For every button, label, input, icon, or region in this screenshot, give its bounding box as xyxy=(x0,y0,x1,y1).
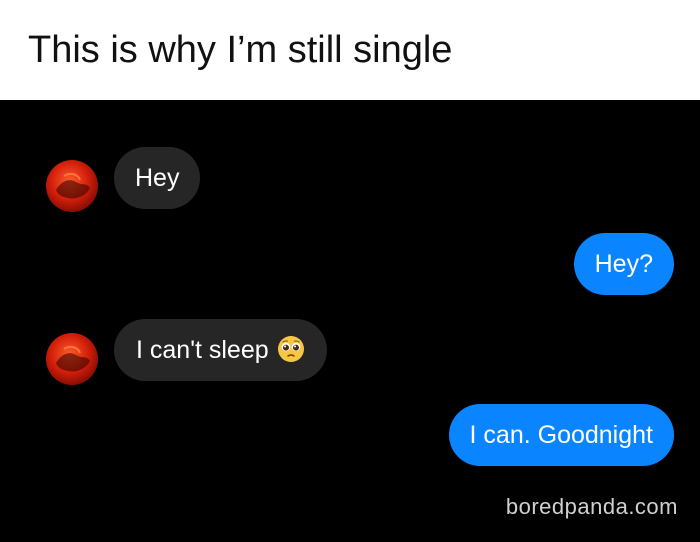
contact-avatar[interactable] xyxy=(46,333,98,385)
message-text: Hey xyxy=(135,164,180,192)
message-text: I can. Goodnight xyxy=(469,421,653,449)
chat-thread[interactable]: Hey Hey? I can't sleep I can. Goodnight … xyxy=(0,100,700,542)
message-text: Hey? xyxy=(594,250,653,278)
contact-avatar[interactable] xyxy=(46,160,98,212)
message-text: I can't sleep xyxy=(136,336,269,364)
message-bubble-incoming[interactable]: Hey xyxy=(114,147,201,209)
meme-caption: This is why I’m still single xyxy=(28,29,453,71)
caption-bar: This is why I’m still single xyxy=(0,0,700,100)
message-bubble-outgoing[interactable]: Hey? xyxy=(573,233,674,295)
message-bubble-incoming[interactable]: I can't sleep xyxy=(114,319,327,381)
avatar-image xyxy=(56,345,90,372)
pleading-face-emoji-icon xyxy=(277,324,305,362)
watermark: boredpanda.com xyxy=(505,494,678,519)
message-bubble-outgoing[interactable]: I can. Goodnight xyxy=(448,404,674,466)
avatar-image xyxy=(56,172,90,199)
